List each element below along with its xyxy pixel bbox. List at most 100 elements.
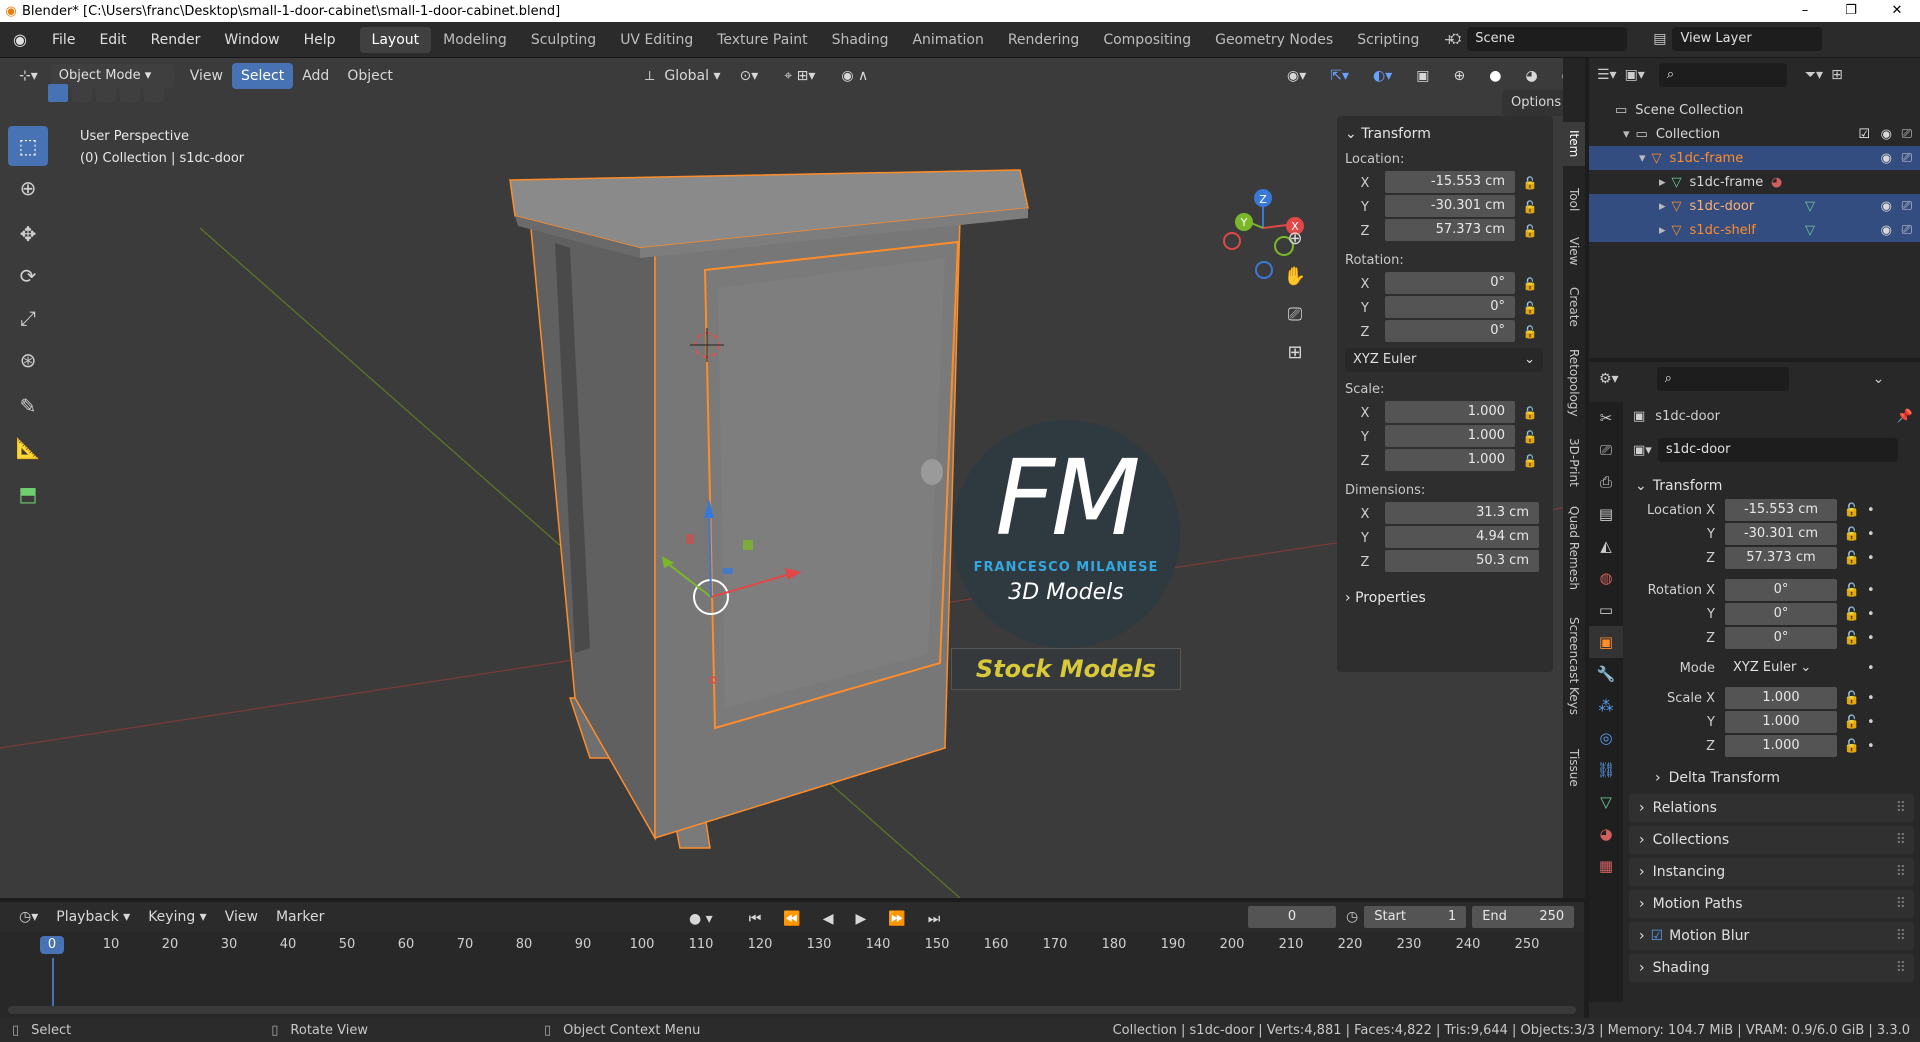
expand-arrow-icon[interactable]: ▸: [1659, 199, 1666, 214]
world-properties-icon[interactable]: ◍: [1589, 562, 1623, 594]
visibility-icon[interactable]: ◉▾: [1278, 63, 1315, 89]
physics-properties-icon[interactable]: ◎: [1589, 722, 1623, 754]
new-collection-icon[interactable]: ⊞: [1831, 67, 1843, 83]
object-name-field[interactable]: s1dc-door: [1657, 438, 1898, 462]
prop-location-x-field[interactable]: -15.553 cm: [1725, 499, 1837, 521]
drag-handle-icon[interactable]: ⠿: [1896, 832, 1906, 848]
jump-keyframe-back-icon[interactable]: ⏪: [774, 906, 809, 932]
lock-icon[interactable]: 🔓: [1837, 739, 1867, 754]
xray-icon[interactable]: ▣: [1407, 63, 1438, 89]
lock-icon[interactable]: 🔓: [1515, 224, 1545, 238]
outliner-item-s1dc-door[interactable]: ▸ ▽ s1dc-door ▽ ◉ ⎚: [1589, 194, 1920, 218]
scene-properties-icon[interactable]: ◭: [1589, 530, 1623, 562]
output-properties-icon[interactable]: ⎙: [1589, 466, 1623, 498]
expand-arrow-icon[interactable]: ▸: [1659, 175, 1666, 190]
keyframe-dot-icon[interactable]: •: [1867, 527, 1875, 542]
tab-3d-print[interactable]: 3D-Print: [1563, 432, 1585, 492]
outliner-item-s1dc-frame[interactable]: ▾ ▽ s1dc-frame ◉ ⎚: [1589, 146, 1920, 170]
menu-help[interactable]: Help: [292, 22, 348, 58]
rotation-x-field[interactable]: 0°: [1385, 272, 1515, 294]
select-mode-extend-icon[interactable]: [72, 84, 92, 102]
location-y-field[interactable]: -30.301 cm: [1385, 195, 1515, 217]
select-mode-subtract-icon[interactable]: [96, 84, 116, 102]
pan-hand-icon[interactable]: ✋: [1280, 266, 1310, 296]
measure-tool-icon[interactable]: 📐: [8, 428, 48, 468]
outliner-editor-icon[interactable]: ☰▾: [1597, 67, 1617, 83]
lock-icon[interactable]: 🔓: [1837, 583, 1867, 598]
workspace-tab-rendering[interactable]: Rendering: [996, 27, 1092, 53]
dimensions-y-field[interactable]: 4.94 cm: [1385, 526, 1539, 548]
transform-tool-icon[interactable]: ⊛: [8, 340, 48, 380]
eye-icon[interactable]: ◉: [1881, 127, 1892, 142]
3d-viewport[interactable]: Z X Y ⊹▾ Object Mode ▾ View Select Add O…: [0, 58, 1563, 898]
pin-icon[interactable]: 📌: [1897, 409, 1913, 424]
keyframe-dot-icon[interactable]: •: [1867, 691, 1875, 706]
current-frame-marker[interactable]: 0: [40, 936, 64, 954]
properties-editor-icon[interactable]: ⚙▾: [1599, 371, 1619, 387]
view-layer-selector[interactable]: View Layer: [1672, 27, 1823, 51]
viewport-menu-view[interactable]: View: [181, 63, 232, 89]
location-z-field[interactable]: 57.373 cm: [1385, 219, 1515, 241]
zoom-icon[interactable]: ⊕: [1280, 228, 1310, 258]
eye-icon[interactable]: ◉: [1881, 199, 1892, 214]
tab-tool[interactable]: Tool: [1563, 178, 1585, 222]
lock-icon[interactable]: 🔓: [1837, 631, 1867, 646]
collection-properties-icon[interactable]: ▭: [1589, 594, 1623, 626]
scene-selector[interactable]: Scene: [1467, 27, 1628, 51]
play-reverse-icon[interactable]: ◀: [814, 906, 843, 932]
scale-x-field[interactable]: 1.000: [1385, 401, 1515, 423]
prop-rotation-x-field[interactable]: 0°: [1725, 579, 1837, 601]
lock-icon[interactable]: 🔓: [1515, 454, 1545, 468]
gizmo-toggle-icon[interactable]: ⇱▾: [1321, 63, 1358, 89]
section-motion-blur[interactable]: › ☑ Motion Blur ⠿: [1629, 922, 1914, 950]
keyframe-dot-icon[interactable]: •: [1867, 661, 1875, 676]
particle-properties-icon[interactable]: ⁂: [1589, 690, 1623, 722]
properties-search-input[interactable]: ⌕: [1656, 367, 1789, 391]
object-browse-icon[interactable]: ▣▾: [1633, 443, 1652, 458]
keyframe-dot-icon[interactable]: •: [1867, 607, 1875, 622]
expand-arrow-icon[interactable]: ▾: [1623, 127, 1630, 142]
current-frame-field[interactable]: 0: [1248, 906, 1336, 928]
tab-screencast-keys[interactable]: Screencast Keys: [1563, 604, 1585, 728]
rotation-y-field[interactable]: 0°: [1385, 296, 1515, 318]
lock-icon[interactable]: 🔓: [1837, 551, 1867, 566]
lock-icon[interactable]: 🔓: [1837, 607, 1867, 622]
shading-wireframe-icon[interactable]: ⊕: [1445, 63, 1475, 89]
properties-options-icon[interactable]: ⌄: [1873, 371, 1885, 387]
camera-icon[interactable]: ⎚: [1280, 304, 1310, 334]
timeline-menu-keying[interactable]: Keying ▾: [139, 904, 216, 930]
tab-create[interactable]: Create: [1563, 280, 1585, 334]
timeline-menu-playback[interactable]: Playback ▾: [47, 904, 139, 930]
drag-handle-icon[interactable]: ⠿: [1896, 800, 1906, 816]
tool-properties-icon[interactable]: ✂: [1589, 402, 1623, 434]
scale-tool-icon[interactable]: ⤢: [8, 298, 48, 338]
tab-retopology[interactable]: Retopology: [1563, 342, 1585, 424]
transform-section-header[interactable]: ⌄ Transform: [1635, 474, 1722, 498]
jump-end-icon[interactable]: ⏭: [919, 906, 950, 932]
prop-location-y-field[interactable]: -30.301 cm: [1725, 523, 1837, 545]
lock-icon[interactable]: 🔓: [1515, 325, 1545, 339]
camera-render-icon[interactable]: ⎚: [1902, 199, 1912, 214]
filter-icon[interactable]: ⏷▾: [1805, 67, 1823, 83]
modifier-properties-icon[interactable]: 🔧: [1589, 658, 1623, 690]
close-button[interactable]: ✕: [1874, 0, 1920, 22]
annotate-tool-icon[interactable]: ✎: [8, 386, 48, 426]
lock-icon[interactable]: 🔓: [1837, 527, 1867, 542]
cursor-tool-icon[interactable]: ⊕: [8, 168, 48, 208]
scale-z-field[interactable]: 1.000: [1385, 449, 1515, 471]
select-mode-invert-icon[interactable]: [120, 84, 140, 102]
timeline-editor-icon[interactable]: ◷▾: [10, 904, 47, 930]
workspace-tab-shading[interactable]: Shading: [820, 27, 901, 53]
eye-icon[interactable]: ◉: [1881, 151, 1892, 166]
rotation-mode-dropdown[interactable]: XYZ Euler ⌄: [1725, 657, 1837, 679]
workspace-tab-modeling[interactable]: Modeling: [431, 27, 519, 53]
material-properties-icon[interactable]: ◕: [1589, 818, 1623, 850]
viewport-menu-add[interactable]: Add: [293, 63, 338, 89]
section-relations[interactable]: › Relations ⠿: [1629, 794, 1914, 822]
jump-start-icon[interactable]: ⏮: [740, 906, 771, 932]
tab-quad-remesh[interactable]: Quad Remesh: [1563, 500, 1585, 596]
lock-icon[interactable]: 🔓: [1837, 715, 1867, 730]
play-icon[interactable]: ▶: [847, 906, 876, 932]
dimensions-z-field[interactable]: 50.3 cm: [1385, 550, 1539, 572]
workspace-tab-layout[interactable]: Layout: [359, 26, 432, 53]
